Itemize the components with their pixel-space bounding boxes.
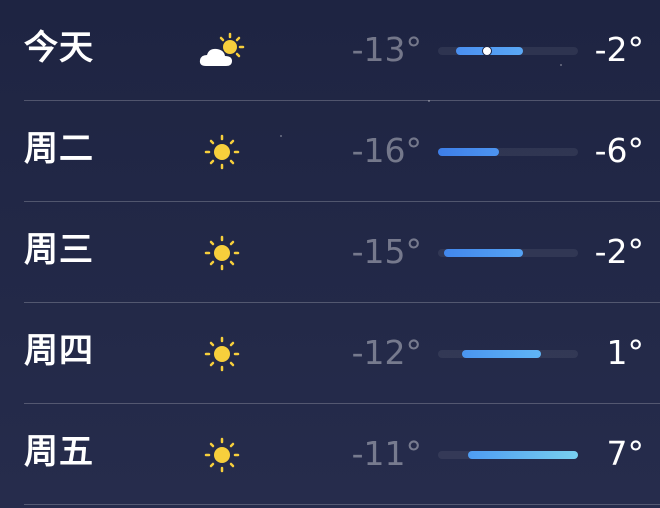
low-temperature: -16° <box>351 131 422 170</box>
day-label: 周三 <box>24 230 94 270</box>
temperature-range-bar <box>438 249 578 257</box>
low-temperature: -12° <box>351 333 422 372</box>
sun-icon <box>198 129 250 175</box>
temperature-range-fill <box>462 350 542 358</box>
ten-day-forecast: 今天 -13° -2° 周二 -16° -6° 周三 -15° -2° 周四 -… <box>0 0 660 508</box>
day-label: 周四 <box>24 331 94 371</box>
high-temperature: -2° <box>594 232 644 271</box>
high-temperature: 7° <box>606 434 645 473</box>
forecast-row-wednesday[interactable]: 周三 -15° -2° <box>0 202 660 303</box>
day-label: 周二 <box>24 129 94 169</box>
high-temperature: -6° <box>594 131 644 170</box>
temperature-range-bar <box>438 148 578 156</box>
temperature-range-bar <box>438 46 578 56</box>
forecast-row-today[interactable]: 今天 -13° -2° <box>0 0 660 101</box>
temperature-range-bar <box>438 451 578 459</box>
forecast-row-thursday[interactable]: 周四 -12° 1° <box>0 303 660 404</box>
sun-icon <box>198 331 250 377</box>
day-label: 今天 <box>24 28 94 68</box>
temperature-range-fill <box>438 148 499 156</box>
high-temperature: -2° <box>594 30 644 69</box>
temperature-range-fill <box>468 451 578 459</box>
forecast-row-friday[interactable]: 周五 -11° 7° <box>0 404 660 505</box>
low-temperature: -11° <box>351 434 422 473</box>
row-divider <box>24 504 660 505</box>
current-temperature-dot <box>481 46 492 56</box>
sun-icon <box>198 432 250 478</box>
low-temperature: -13° <box>351 30 422 69</box>
low-temperature: -15° <box>351 232 422 271</box>
temperature-range-fill <box>444 249 524 257</box>
partly-cloudy-icon <box>198 28 250 74</box>
high-temperature: 1° <box>606 333 645 372</box>
temperature-range-bar <box>438 350 578 358</box>
forecast-row-tuesday[interactable]: 周二 -16° -6° <box>0 101 660 202</box>
sun-icon <box>198 230 250 276</box>
day-label: 周五 <box>24 432 94 472</box>
